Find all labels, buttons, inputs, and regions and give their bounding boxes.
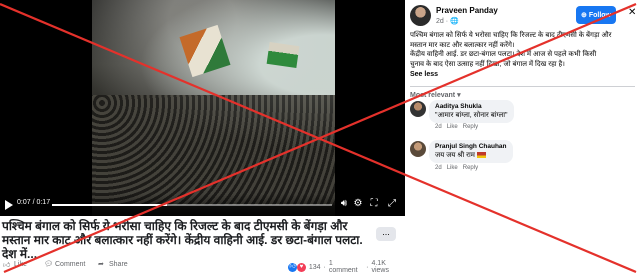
expand-icon[interactable]: ⤢ (386, 198, 398, 210)
flag-emoji-icon (476, 152, 486, 159)
love-reaction-icon: ♥ (296, 262, 306, 272)
follow-icon: ⊕ (580, 12, 587, 19)
post-text-line: मस्तान मार काट और बलात्कार नहीं करेंगे। (410, 41, 515, 49)
comment-text-content: जय जय श्री राम (435, 152, 475, 159)
settings-gear-icon[interactable]: ⚙︎ (352, 198, 364, 210)
comment-label: Comment (55, 260, 86, 268)
post-action-bar: 👍︎ Like 💬︎ Comment ➦ Share 👍︎ ♥ 134 · 1 … (0, 258, 405, 274)
fullscreen-icon[interactable]: ⛶ (368, 198, 380, 210)
separator-dot: · (366, 263, 369, 271)
follow-button[interactable]: ⊕ Follow (576, 6, 616, 24)
post-text-line: पश्चिम बंगाल को सिर्फ ये भरोसा चाहिए कि … (410, 32, 612, 39)
facebook-post-screenshot: 0:07 / 0:17 🔊︎ ⚙︎ ⛶ ⤢ पश्चिम बंगाल को सि… (0, 0, 640, 275)
more-menu-icon[interactable]: ✕ (628, 7, 636, 18)
post-text-line: चुनाव के बाद ऐसा उत्साह नहीं दिखा, जो बं… (410, 60, 565, 68)
comment-text: "आमार बांग्ला, सोनार बांग्ला" (435, 112, 508, 119)
commenter-avatar[interactable] (410, 141, 426, 157)
reaction-count: 134 (308, 263, 321, 271)
video-caption: पश्चिम बंगाल को सिर्फ ये भरोसा चाहिए कि … (2, 219, 363, 261)
volume-icon[interactable]: 🔊︎ (338, 198, 350, 210)
comment-count[interactable]: 1 comment (329, 260, 363, 274)
view-count: 4.1K views (371, 260, 389, 274)
crowd-image (92, 95, 335, 205)
post-meta: 2d · 🌐 (436, 18, 459, 25)
share-icon: ➦ (98, 261, 104, 268)
letterbox-right (335, 0, 405, 216)
video-progress-bar[interactable] (52, 204, 332, 206)
comment-reply-link[interactable]: Reply (463, 124, 478, 130)
video-time: 0:07 / 0:17 (17, 199, 51, 206)
commenter-avatar[interactable] (410, 101, 426, 117)
banner-flag-image (266, 42, 300, 68)
like-button[interactable]: 👍︎ Like (3, 260, 27, 270)
comment-sort-dropdown[interactable]: Most relevant ▾ (410, 91, 461, 99)
more-options-button[interactable]: ... (376, 227, 396, 241)
reaction-summary[interactable]: 👍︎ ♥ 134 · 1 comment · 4.1K views (288, 260, 405, 274)
see-less-link[interactable]: See less (410, 71, 438, 78)
comment-actions: 2d Like Reply (435, 124, 478, 130)
chevron-down-icon: ▾ (457, 92, 461, 99)
video-player[interactable]: 0:07 / 0:17 🔊︎ ⚙︎ ⛶ ⤢ (0, 0, 405, 216)
share-label: Share (109, 260, 128, 268)
divider (410, 86, 635, 87)
post-text-line: केंद्रीय वाहिनी आई. डर छटा-बंगाल पलटा। द… (410, 51, 597, 58)
letterbox-left (0, 0, 92, 216)
comment-time: 2d (435, 165, 442, 171)
author-name[interactable]: Praveen Panday (436, 6, 498, 15)
comment-button[interactable]: 💬︎ Comment (44, 260, 86, 269)
comment-reply-link[interactable]: Reply (463, 165, 478, 171)
play-icon[interactable] (5, 200, 13, 210)
commenter-name[interactable]: Pranjul Singh Chauhan (435, 143, 507, 151)
comment-time: 2d (435, 124, 442, 130)
video-controls: 0:07 / 0:17 🔊︎ ⚙︎ ⛶ ⤢ (0, 194, 405, 216)
video-progress-fill (52, 204, 167, 206)
sort-label: Most relevant (410, 92, 456, 99)
comment-icon: 💬︎ (44, 261, 53, 268)
comment-text: जय जय श्री राम (435, 151, 507, 160)
comment-bubble: Pranjul Singh Chauhan जय जय श्री राम (429, 140, 513, 163)
post-detail-pane: Praveen Panday 2d · 🌐 ⊕ Follow ✕ पश्चिम … (405, 0, 640, 275)
commenter-name[interactable]: Aaditya Shukla (435, 103, 508, 111)
follow-label: Follow (588, 11, 612, 19)
author-avatar[interactable] (410, 5, 431, 26)
thumbs-up-icon: 👍︎ (3, 262, 11, 269)
share-button[interactable]: ➦ Share (98, 260, 128, 269)
like-label: Like (14, 260, 27, 268)
comment-bubble: Aaditya Shukla "आमार बांग्ला, सोनार बांग… (429, 100, 514, 123)
comment-like-link[interactable]: Like (447, 124, 458, 130)
comment-actions: 2d Like Reply (435, 165, 478, 171)
comment-like-link[interactable]: Like (447, 165, 458, 171)
like-reaction-icon: 👍︎ (288, 262, 297, 272)
separator-dot: · (323, 263, 326, 271)
post-text: पश्चिम बंगाल को सिर्फ ये भरोसा चाहिए कि … (410, 31, 635, 69)
